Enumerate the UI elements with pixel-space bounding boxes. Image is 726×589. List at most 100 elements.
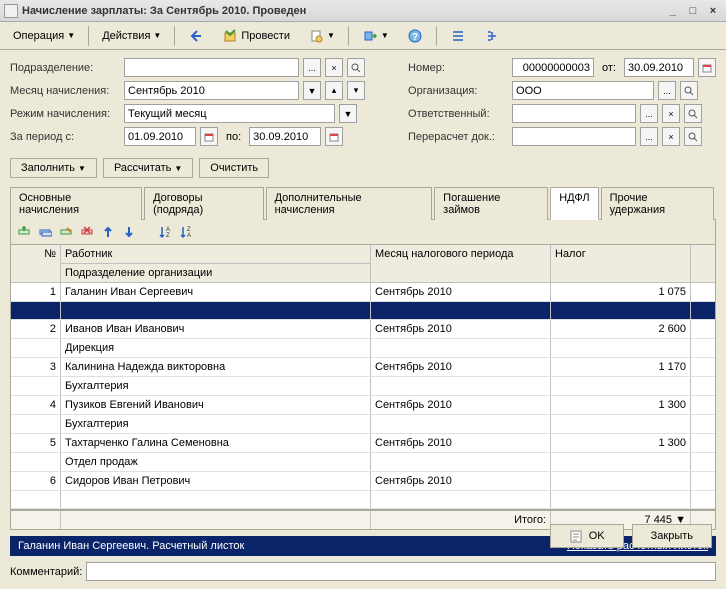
- resp-input[interactable]: [512, 104, 636, 123]
- number-label: Номер:: [408, 62, 508, 74]
- month-down-button[interactable]: ▾: [347, 81, 365, 100]
- svg-text:Z: Z: [166, 233, 170, 239]
- col-month[interactable]: Месяц налогового периода: [371, 245, 551, 282]
- recalc-clear-button[interactable]: ×: [662, 127, 680, 146]
- calc-button[interactable]: Рассчитать▼: [103, 158, 193, 178]
- tree-button[interactable]: [477, 24, 507, 48]
- svg-text:A: A: [187, 233, 191, 239]
- org-input[interactable]: [512, 81, 654, 100]
- back-button[interactable]: [181, 24, 211, 48]
- grid-header: № Работник Подразделение организации Мес…: [11, 245, 715, 283]
- sort-desc-icon[interactable]: ZA: [177, 223, 195, 241]
- table-row[interactable]: 6Сидоров Иван ПетровичСентябрь 2010: [11, 472, 715, 491]
- list-icon: [450, 28, 466, 44]
- period-to-label: по:: [222, 131, 245, 143]
- col-dept[interactable]: Подразделение организации: [61, 264, 370, 282]
- period-from-input[interactable]: [124, 127, 196, 146]
- mode-dropdown-button[interactable]: ▼: [339, 104, 357, 123]
- recalc-search-button[interactable]: [684, 127, 702, 146]
- help-button[interactable]: ?: [400, 24, 430, 48]
- resp-select-button[interactable]: ...: [640, 104, 658, 123]
- footer-buttons: OK Закрыть: [550, 524, 712, 548]
- col-employee[interactable]: Работник: [61, 245, 370, 264]
- content-area: Подразделение: ... × Месяц начисления: ▼…: [0, 50, 726, 589]
- table-row[interactable]: 1Галанин Иван СергеевичСентябрь 20101 07…: [11, 283, 715, 302]
- period-from-cal-button[interactable]: [200, 127, 218, 146]
- recalc-select-button[interactable]: ...: [640, 127, 658, 146]
- number-input[interactable]: [512, 58, 594, 77]
- table-row-dept[interactable]: Бухгалтерия: [11, 415, 715, 434]
- dept-clear-button[interactable]: ×: [325, 58, 343, 77]
- mode-input[interactable]: [124, 104, 335, 123]
- go-button[interactable]: ▼: [355, 24, 396, 48]
- tab-loans[interactable]: Погашение займов: [434, 187, 548, 220]
- month-dropdown-button[interactable]: ▼: [303, 81, 321, 100]
- org-search-button[interactable]: [680, 81, 698, 100]
- table-row-dept[interactable]: [11, 491, 715, 509]
- fill-button[interactable]: Заполнить▼: [10, 158, 97, 178]
- recalc-input[interactable]: [512, 127, 636, 146]
- ok-button[interactable]: OK: [550, 524, 624, 548]
- payslip-text: Галанин Иван Сергеевич. Расчетный листок: [18, 540, 567, 552]
- maximize-button[interactable]: □: [684, 3, 702, 19]
- table-row[interactable]: 3Калинина Надежда викторовнаСентябрь 201…: [11, 358, 715, 377]
- actions-menu[interactable]: Действия▼: [95, 26, 168, 46]
- col-tax[interactable]: Налог: [551, 245, 691, 282]
- back-arrow-icon: [188, 28, 204, 44]
- tab-ndfl[interactable]: НДФЛ: [550, 187, 598, 220]
- month-input[interactable]: [124, 81, 299, 100]
- copy-row-icon[interactable]: [36, 223, 54, 241]
- sort-asc-icon[interactable]: AZ: [156, 223, 174, 241]
- move-up-icon[interactable]: [99, 223, 117, 241]
- table-row-dept[interactable]: Отдел продаж: [11, 453, 715, 472]
- document-action-button[interactable]: ▼: [301, 24, 342, 48]
- org-select-button[interactable]: ...: [658, 81, 676, 100]
- dept-select-button[interactable]: ...: [303, 58, 321, 77]
- tab-additional[interactable]: Дополнительные начисления: [266, 187, 433, 220]
- total-label: Итого:: [371, 511, 551, 529]
- period-to-input[interactable]: [249, 127, 321, 146]
- tabstrip: Основные начисления Договоры (подряда) Д…: [10, 186, 716, 220]
- tab-main-accruals[interactable]: Основные начисления: [10, 187, 142, 220]
- help-icon: ?: [407, 28, 423, 44]
- list-button[interactable]: [443, 24, 473, 48]
- document-icon: [308, 28, 324, 44]
- delete-row-icon[interactable]: [78, 223, 96, 241]
- period-label: За период с:: [10, 131, 120, 143]
- close-button[interactable]: ×: [704, 3, 722, 19]
- move-down-icon[interactable]: [120, 223, 138, 241]
- post-button[interactable]: Провести: [215, 24, 297, 48]
- operation-menu[interactable]: Операция▼: [6, 26, 82, 46]
- dept-search-button[interactable]: [347, 58, 365, 77]
- resp-search-button[interactable]: [684, 104, 702, 123]
- mode-label: Режим начисления:: [10, 108, 120, 120]
- minimize-button[interactable]: _: [664, 3, 682, 19]
- date-cal-button[interactable]: [698, 58, 716, 77]
- table-row-dept[interactable]: Дирекция: [11, 339, 715, 358]
- month-up-button[interactable]: ▴: [325, 81, 343, 100]
- col-number[interactable]: №: [11, 245, 61, 282]
- grid-toolbar: AZ ZA: [11, 220, 715, 245]
- table-row[interactable]: 4Пузиков Евгений ИвановичСентябрь 20101 …: [11, 396, 715, 415]
- period-to-cal-button[interactable]: [325, 127, 343, 146]
- tab-other[interactable]: Прочие удержания: [601, 187, 714, 220]
- tab-contracts[interactable]: Договоры (подряда): [144, 187, 263, 220]
- data-grid: № Работник Подразделение организации Мес…: [11, 245, 715, 529]
- dept-input[interactable]: [124, 58, 299, 77]
- close-footer-button[interactable]: Закрыть: [632, 524, 712, 548]
- window-title: Начисление зарплаты: За Сентябрь 2010. П…: [22, 5, 664, 17]
- date-input[interactable]: [624, 58, 694, 77]
- resp-clear-button[interactable]: ×: [662, 104, 680, 123]
- table-row[interactable]: 5Тахтарченко Галина СеменовнаСентябрь 20…: [11, 434, 715, 453]
- edit-row-icon[interactable]: [57, 223, 75, 241]
- comment-input[interactable]: [86, 562, 716, 581]
- table-row[interactable]: 2Иванов Иван ИвановичСентябрь 20102 600: [11, 320, 715, 339]
- tree-icon: [484, 28, 500, 44]
- table-row-dept[interactable]: [11, 302, 715, 320]
- table-row-dept[interactable]: Бухгалтерия: [11, 377, 715, 396]
- add-row-icon[interactable]: [15, 223, 33, 241]
- org-label: Организация:: [408, 85, 508, 97]
- clear-button[interactable]: Очистить: [199, 158, 269, 178]
- dept-label: Подразделение:: [10, 62, 120, 74]
- titlebar: Начисление зарплаты: За Сентябрь 2010. П…: [0, 0, 726, 22]
